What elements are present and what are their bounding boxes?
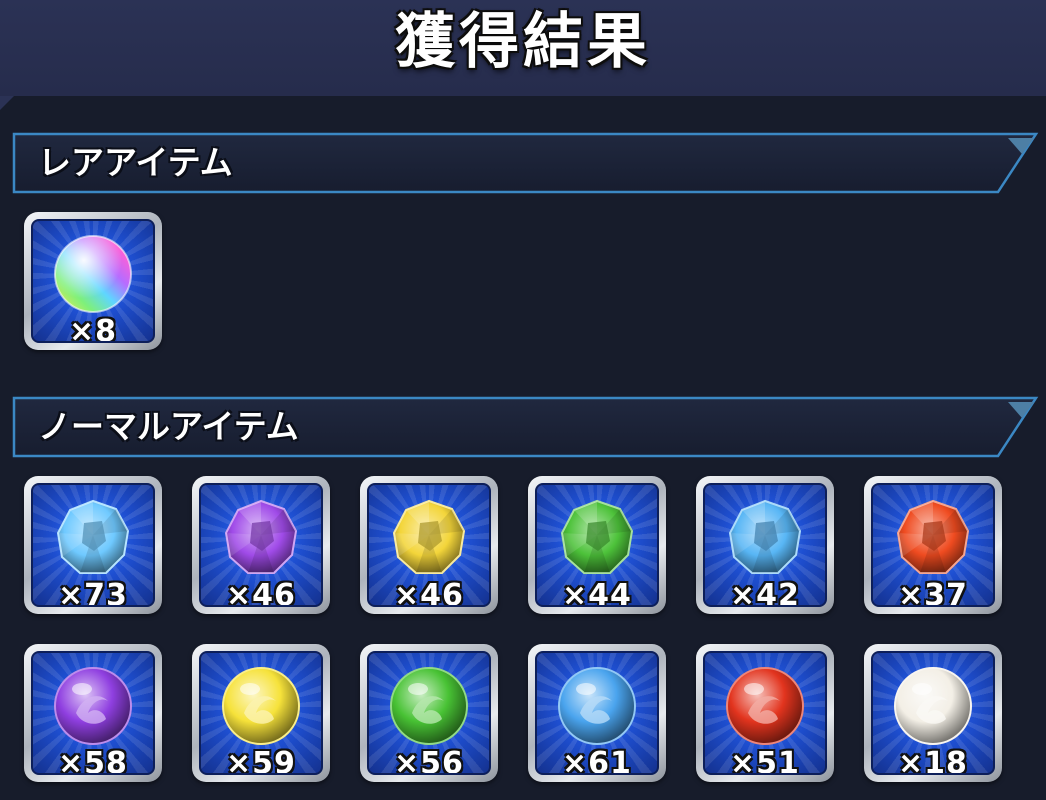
item-quantity: ×58 bbox=[58, 746, 128, 775]
item-tile-frame: ×59 bbox=[199, 651, 323, 775]
item-quantity: ×46 bbox=[226, 578, 296, 607]
item-quantity: ×44 bbox=[562, 578, 632, 607]
item-quantity: ×46 bbox=[394, 578, 464, 607]
item-tile-frame: ×37 bbox=[871, 483, 995, 607]
item-tile-frame: ×61 bbox=[535, 651, 659, 775]
title-bar: 獲得結果 bbox=[0, 0, 1046, 96]
normal-item-tile[interactable]: ×73 bbox=[24, 476, 162, 614]
purple-crystal-icon bbox=[224, 499, 298, 574]
page-title: 獲得結果 bbox=[395, 7, 651, 77]
item-quantity: ×61 bbox=[562, 746, 632, 775]
item-tile-frame: ×56 bbox=[367, 651, 491, 775]
red-orb-icon bbox=[726, 666, 804, 745]
normal-item-tile[interactable]: ×61 bbox=[528, 644, 666, 782]
normal-item-tile[interactable]: ×46 bbox=[192, 476, 330, 614]
item-tile-frame: ×18 bbox=[871, 651, 995, 775]
item-quantity: ×8 bbox=[68, 314, 117, 343]
item-quantity: ×56 bbox=[394, 746, 464, 775]
red-crystal-icon bbox=[896, 499, 970, 574]
item-tile-frame: ×58 bbox=[31, 651, 155, 775]
item-tile-frame: ×73 bbox=[31, 483, 155, 607]
white-orb-icon bbox=[894, 666, 972, 745]
yellow-orb-icon bbox=[222, 666, 300, 745]
normal-item-tile[interactable]: ×18 bbox=[864, 644, 1002, 782]
normal-item-tile[interactable]: ×46 bbox=[360, 476, 498, 614]
normal-item-tile[interactable]: ×56 bbox=[360, 644, 498, 782]
blue-orb-icon bbox=[558, 666, 636, 745]
rare-section-label: レアアイテム bbox=[38, 143, 233, 182]
item-tile-frame: ×44 bbox=[535, 483, 659, 607]
yellow-crystal-icon bbox=[392, 499, 466, 574]
item-tile-frame: ×51 bbox=[703, 651, 827, 775]
blue-crystal-icon bbox=[56, 499, 130, 574]
normal-section-label: ノーマルアイテム bbox=[38, 407, 299, 446]
green-orb-icon bbox=[390, 666, 468, 745]
rare-item-tile[interactable]: ×8 bbox=[24, 212, 162, 350]
item-quantity: ×59 bbox=[226, 746, 296, 775]
rainbow-orb-icon bbox=[54, 234, 132, 313]
item-quantity: ×37 bbox=[898, 578, 968, 607]
normal-section-header: ノーマルアイテム bbox=[12, 396, 1042, 458]
normal-item-tile[interactable]: ×42 bbox=[696, 476, 834, 614]
normal-item-tile[interactable]: ×51 bbox=[696, 644, 834, 782]
rare-section-header: レアアイテム bbox=[12, 132, 1042, 194]
normal-item-tile[interactable]: ×59 bbox=[192, 644, 330, 782]
normal-item-tile[interactable]: ×37 bbox=[864, 476, 1002, 614]
purple-orb-icon bbox=[54, 666, 132, 745]
item-quantity: ×42 bbox=[730, 578, 800, 607]
normal-item-tile[interactable]: ×44 bbox=[528, 476, 666, 614]
normal-item-tile[interactable]: ×58 bbox=[24, 644, 162, 782]
item-quantity: ×18 bbox=[898, 746, 968, 775]
green-crystal-icon bbox=[560, 499, 634, 574]
item-quantity: ×73 bbox=[58, 578, 128, 607]
item-tile-frame: ×8 bbox=[31, 219, 155, 343]
results-panel: レアアイテム ノーマルアイテム ×8 ×73 ×46 ×46 ×44 ×42 ×… bbox=[0, 96, 1046, 800]
item-quantity: ×51 bbox=[730, 746, 800, 775]
item-tile-frame: ×42 bbox=[703, 483, 827, 607]
item-tile-frame: ×46 bbox=[199, 483, 323, 607]
light-blue-crystal-icon bbox=[728, 499, 802, 574]
item-tile-frame: ×46 bbox=[367, 483, 491, 607]
